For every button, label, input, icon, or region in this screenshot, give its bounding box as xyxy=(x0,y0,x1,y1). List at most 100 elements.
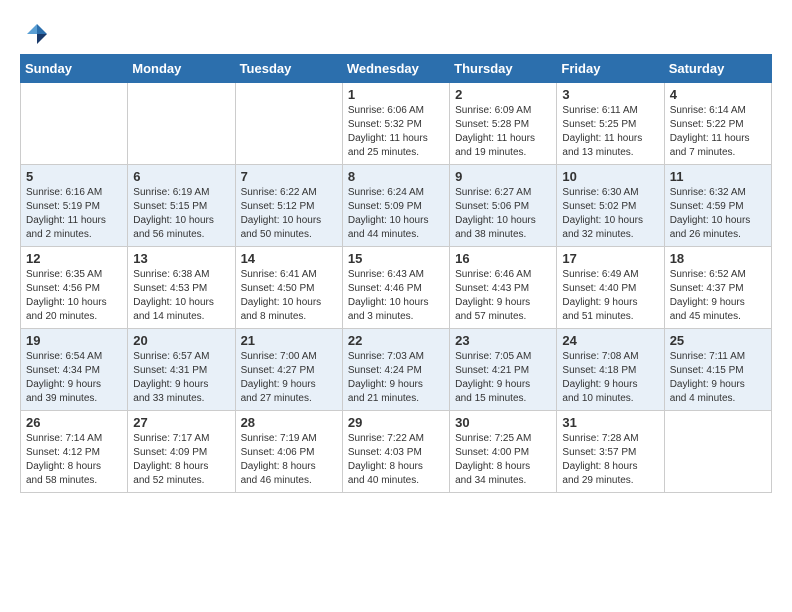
calendar-cell: 2 Sunrise: 6:09 AM Sunset: 5:28 PM Daylig… xyxy=(450,83,557,165)
day-info: Sunrise: 6:16 AM Sunset: 5:19 PM Dayligh… xyxy=(26,186,122,242)
day-info: Sunrise: 6:43 AM Sunset: 4:46 PM Dayligh… xyxy=(348,268,444,324)
day-number: 12 xyxy=(26,251,122,266)
day-info: Sunrise: 7:19 AM Sunset: 4:06 PM Dayligh… xyxy=(241,432,337,488)
day-number: 2 xyxy=(455,87,551,102)
calendar-cell xyxy=(664,411,771,493)
day-number: 6 xyxy=(133,169,229,184)
day-number: 22 xyxy=(348,333,444,348)
calendar-cell: 20 Sunrise: 6:57 AM Sunset: 4:31 PM Dayli… xyxy=(128,329,235,411)
day-info: Sunrise: 7:08 AM Sunset: 4:18 PM Dayligh… xyxy=(562,350,658,406)
day-info: Sunrise: 6:06 AM Sunset: 5:32 PM Dayligh… xyxy=(348,104,444,160)
day-number: 28 xyxy=(241,415,337,430)
day-info: Sunrise: 6:35 AM Sunset: 4:56 PM Dayligh… xyxy=(26,268,122,324)
day-info: Sunrise: 7:14 AM Sunset: 4:12 PM Dayligh… xyxy=(26,432,122,488)
day-info: Sunrise: 6:57 AM Sunset: 4:31 PM Dayligh… xyxy=(133,350,229,406)
calendar-cell: 29 Sunrise: 7:22 AM Sunset: 4:03 PM Dayli… xyxy=(342,411,449,493)
calendar-cell: 7 Sunrise: 6:22 AM Sunset: 5:12 PM Daylig… xyxy=(235,165,342,247)
calendar-header-row: SundayMondayTuesdayWednesdayThursdayFrid… xyxy=(21,55,772,83)
day-info: Sunrise: 6:30 AM Sunset: 5:02 PM Dayligh… xyxy=(562,186,658,242)
calendar-cell xyxy=(128,83,235,165)
day-number: 10 xyxy=(562,169,658,184)
calendar-cell: 24Sunrise: 7:08 AM Sunset: 4:18 PM Dayli… xyxy=(557,329,664,411)
day-info: Sunrise: 7:22 AM Sunset: 4:03 PM Dayligh… xyxy=(348,432,444,488)
day-number: 14 xyxy=(241,251,337,266)
day-info: Sunrise: 7:03 AM Sunset: 4:24 PM Dayligh… xyxy=(348,350,444,406)
calendar-cell xyxy=(235,83,342,165)
weekday-header: Saturday xyxy=(664,55,771,83)
day-info: Sunrise: 6:52 AM Sunset: 4:37 PM Dayligh… xyxy=(670,268,766,324)
day-info: Sunrise: 7:25 AM Sunset: 4:00 PM Dayligh… xyxy=(455,432,551,488)
calendar-cell: 12 Sunrise: 6:35 AM Sunset: 4:56 PM Dayli… xyxy=(21,247,128,329)
calendar-cell: 6 Sunrise: 6:19 AM Sunset: 5:15 PM Daylig… xyxy=(128,165,235,247)
day-number: 23 xyxy=(455,333,551,348)
day-number: 18 xyxy=(670,251,766,266)
calendar-week-row: 5 Sunrise: 6:16 AM Sunset: 5:19 PM Daylig… xyxy=(21,165,772,247)
calendar-week-row: 19 Sunrise: 6:54 AM Sunset: 4:34 PM Dayli… xyxy=(21,329,772,411)
day-info: Sunrise: 6:19 AM Sunset: 5:15 PM Dayligh… xyxy=(133,186,229,242)
day-info: Sunrise: 6:41 AM Sunset: 4:50 PM Dayligh… xyxy=(241,268,337,324)
calendar-cell: 5 Sunrise: 6:16 AM Sunset: 5:19 PM Daylig… xyxy=(21,165,128,247)
day-number: 30 xyxy=(455,415,551,430)
calendar-cell: 15 Sunrise: 6:43 AM Sunset: 4:46 PM Dayli… xyxy=(342,247,449,329)
day-number: 19 xyxy=(26,333,122,348)
logo-icon xyxy=(23,20,51,48)
day-info: Sunrise: 6:49 AM Sunset: 4:40 PM Dayligh… xyxy=(562,268,658,324)
day-number: 15 xyxy=(348,251,444,266)
calendar-table: SundayMondayTuesdayWednesdayThursdayFrid… xyxy=(20,54,772,493)
day-info: Sunrise: 6:54 AM Sunset: 4:34 PM Dayligh… xyxy=(26,350,122,406)
day-number: 26 xyxy=(26,415,122,430)
day-number: 4 xyxy=(670,87,766,102)
day-info: Sunrise: 6:11 AM Sunset: 5:25 PM Dayligh… xyxy=(562,104,658,160)
day-number: 7 xyxy=(241,169,337,184)
weekday-header: Wednesday xyxy=(342,55,449,83)
calendar-cell: 13Sunrise: 6:38 AM Sunset: 4:53 PM Dayli… xyxy=(128,247,235,329)
calendar-cell: 28 Sunrise: 7:19 AM Sunset: 4:06 PM Dayli… xyxy=(235,411,342,493)
day-info: Sunrise: 7:17 AM Sunset: 4:09 PM Dayligh… xyxy=(133,432,229,488)
day-info: Sunrise: 7:00 AM Sunset: 4:27 PM Dayligh… xyxy=(241,350,337,406)
calendar-cell: 4 Sunrise: 6:14 AM Sunset: 5:22 PM Daylig… xyxy=(664,83,771,165)
day-number: 21 xyxy=(241,333,337,348)
weekday-header: Thursday xyxy=(450,55,557,83)
weekday-header: Sunday xyxy=(21,55,128,83)
day-number: 29 xyxy=(348,415,444,430)
day-number: 20 xyxy=(133,333,229,348)
day-number: 17 xyxy=(562,251,658,266)
day-number: 27 xyxy=(133,415,229,430)
page-header xyxy=(20,20,772,44)
day-info: Sunrise: 6:38 AM Sunset: 4:53 PM Dayligh… xyxy=(133,268,229,324)
day-info: Sunrise: 6:46 AM Sunset: 4:43 PM Dayligh… xyxy=(455,268,551,324)
day-number: 3 xyxy=(562,87,658,102)
calendar-cell: 22 Sunrise: 7:03 AM Sunset: 4:24 PM Dayli… xyxy=(342,329,449,411)
day-number: 5 xyxy=(26,169,122,184)
calendar-cell: 16 Sunrise: 6:46 AM Sunset: 4:43 PM Dayli… xyxy=(450,247,557,329)
day-number: 16 xyxy=(455,251,551,266)
calendar-cell: 11Sunrise: 6:32 AM Sunset: 4:59 PM Dayli… xyxy=(664,165,771,247)
calendar-cell: 26 Sunrise: 7:14 AM Sunset: 4:12 PM Dayli… xyxy=(21,411,128,493)
calendar-cell: 17 Sunrise: 6:49 AM Sunset: 4:40 PM Dayli… xyxy=(557,247,664,329)
calendar-cell: 10 Sunrise: 6:30 AM Sunset: 5:02 PM Dayli… xyxy=(557,165,664,247)
calendar-cell: 9 Sunrise: 6:27 AM Sunset: 5:06 PM Daylig… xyxy=(450,165,557,247)
calendar-cell: 27 Sunrise: 7:17 AM Sunset: 4:09 PM Dayli… xyxy=(128,411,235,493)
calendar-cell: 31Sunrise: 7:28 AM Sunset: 3:57 PM Dayli… xyxy=(557,411,664,493)
day-number: 9 xyxy=(455,169,551,184)
weekday-header: Friday xyxy=(557,55,664,83)
calendar-cell: 8Sunrise: 6:24 AM Sunset: 5:09 PM Daylig… xyxy=(342,165,449,247)
calendar-cell: 23Sunrise: 7:05 AM Sunset: 4:21 PM Dayli… xyxy=(450,329,557,411)
calendar-week-row: 26 Sunrise: 7:14 AM Sunset: 4:12 PM Dayli… xyxy=(21,411,772,493)
day-info: Sunrise: 6:22 AM Sunset: 5:12 PM Dayligh… xyxy=(241,186,337,242)
calendar-cell: 3 Sunrise: 6:11 AM Sunset: 5:25 PM Daylig… xyxy=(557,83,664,165)
calendar-cell: 1Sunrise: 6:06 AM Sunset: 5:32 PM Daylig… xyxy=(342,83,449,165)
day-info: Sunrise: 6:27 AM Sunset: 5:06 PM Dayligh… xyxy=(455,186,551,242)
day-info: Sunrise: 6:09 AM Sunset: 5:28 PM Dayligh… xyxy=(455,104,551,160)
calendar-cell: 19 Sunrise: 6:54 AM Sunset: 4:34 PM Dayli… xyxy=(21,329,128,411)
day-info: Sunrise: 6:14 AM Sunset: 5:22 PM Dayligh… xyxy=(670,104,766,160)
weekday-header: Monday xyxy=(128,55,235,83)
calendar-cell: 14 Sunrise: 6:41 AM Sunset: 4:50 PM Dayli… xyxy=(235,247,342,329)
calendar-cell: 30 Sunrise: 7:25 AM Sunset: 4:00 PM Dayli… xyxy=(450,411,557,493)
weekday-header: Tuesday xyxy=(235,55,342,83)
calendar-cell: 25Sunrise: 7:11 AM Sunset: 4:15 PM Dayli… xyxy=(664,329,771,411)
day-number: 8 xyxy=(348,169,444,184)
calendar-cell: 21 Sunrise: 7:00 AM Sunset: 4:27 PM Dayli… xyxy=(235,329,342,411)
calendar-cell: 18 Sunrise: 6:52 AM Sunset: 4:37 PM Dayli… xyxy=(664,247,771,329)
day-info: Sunrise: 7:28 AM Sunset: 3:57 PM Dayligh… xyxy=(562,432,658,488)
